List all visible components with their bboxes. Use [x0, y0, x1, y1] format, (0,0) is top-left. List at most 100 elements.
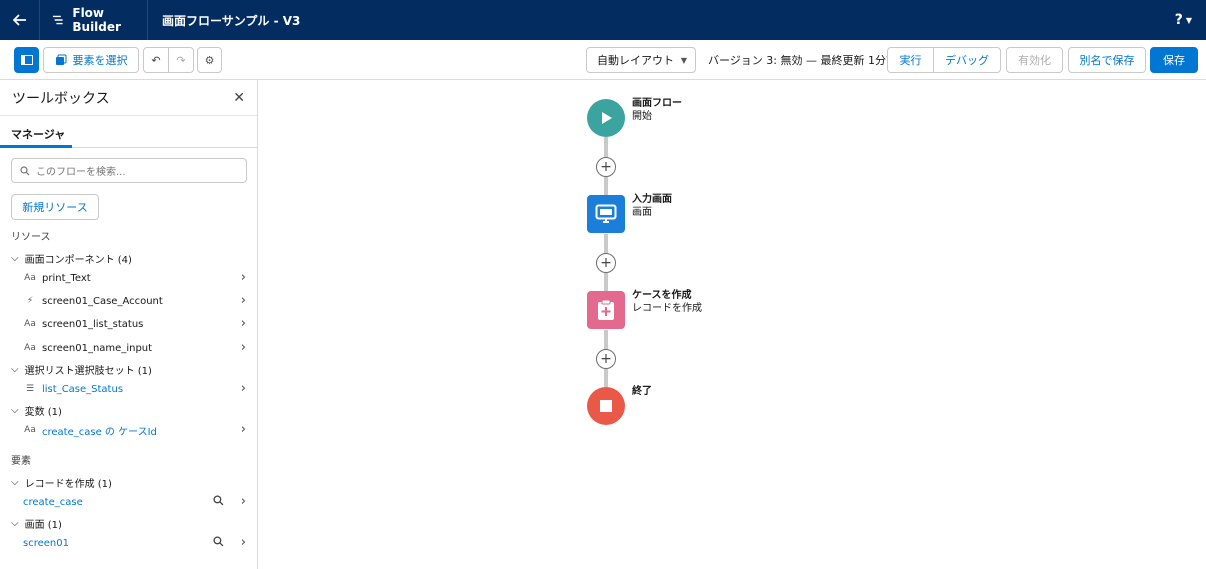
back-button[interactable] — [0, 0, 40, 40]
debug-button[interactable]: デバッグ — [933, 47, 1001, 73]
node-title: 画面フロー — [632, 98, 682, 109]
resource-label: print_Text — [42, 272, 91, 284]
undo-icon: ↶ — [151, 53, 161, 67]
search-icon[interactable] — [213, 495, 224, 506]
resource-label: list_Case_Status — [42, 383, 124, 395]
chevron-down-icon: ⌵ — [11, 364, 19, 375]
app-name: Flow Builder — [72, 6, 121, 34]
add-element-button[interactable]: + — [596, 157, 616, 177]
group-create-records[interactable]: ⌵ レコードを作成 (1) — [11, 475, 112, 490]
connector-line — [604, 137, 608, 157]
back-arrow-icon — [12, 14, 26, 26]
layout-select[interactable]: 自動レイアウト ▼ — [586, 47, 696, 73]
group-label: 画面 (1) — [24, 520, 62, 531]
group-variables[interactable]: ⌵ 変数 (1) — [11, 403, 62, 418]
plus-icon: + — [600, 255, 612, 271]
chevron-right-icon: › — [240, 494, 246, 509]
group-label: 変数 (1) — [24, 407, 62, 418]
plus-icon: + — [600, 351, 612, 367]
group-screens[interactable]: ⌵ 画面 (1) — [11, 516, 62, 531]
chevron-down-icon: ⌵ — [11, 518, 19, 529]
list-icon: ☰ — [25, 384, 35, 394]
connector-line — [604, 330, 608, 350]
chevron-right-icon: › — [240, 270, 246, 285]
resource-item[interactable]: Aa screen01_list_status › — [22, 314, 250, 334]
element-label: screen01 — [23, 537, 69, 549]
group-label: 画面コンポーネント (4) — [24, 255, 132, 266]
panel-icon — [20, 55, 33, 65]
toolbox-panel: ツールボックス ✕ マネージャ このフローを検索... 新規リソース リソース … — [0, 80, 258, 569]
node-title: ケースを作成 — [632, 290, 692, 301]
search-input[interactable]: このフローを検索... — [11, 158, 247, 183]
resource-label: screen01_Case_Account — [42, 295, 163, 307]
help-icon: ? — [1174, 12, 1183, 28]
search-icon[interactable] — [213, 536, 224, 547]
elements-section-label: 要素 — [11, 456, 31, 467]
screen-node-label: 入力画面 画面 — [632, 193, 672, 219]
save-as-button[interactable]: 別名で保存 — [1068, 47, 1146, 73]
create-record-node[interactable] — [587, 291, 625, 329]
resource-item[interactable]: Aa create_case の ケースId › — [22, 420, 250, 440]
text-type-icon: Aa — [24, 343, 36, 353]
play-icon — [602, 112, 612, 124]
tab-manager[interactable]: マネージャ — [11, 126, 65, 142]
flow-name: 画面フローサンプル - V3 — [162, 13, 301, 28]
flow-logo-icon — [52, 15, 63, 25]
add-element-button[interactable]: + — [596, 253, 616, 273]
activate-button[interactable]: 有効化 — [1006, 47, 1063, 73]
chevron-right-icon: › — [240, 422, 246, 437]
select-elements-button[interactable]: 要素を選択 — [43, 47, 139, 73]
redo-button[interactable]: ↷ — [168, 47, 194, 73]
resource-item[interactable]: ☰ list_Case_Status › — [22, 379, 250, 399]
select-elements-label: 要素を選択 — [72, 54, 128, 67]
group-picklist-choice-sets[interactable]: ⌵ 選択リスト選択肢セット (1) — [11, 362, 152, 377]
node-title: 終了 — [632, 386, 652, 397]
stop-icon — [600, 400, 612, 412]
end-node[interactable] — [587, 387, 625, 425]
end-node-label: 終了 — [632, 385, 652, 398]
undo-button[interactable]: ↶ — [143, 47, 169, 73]
search-icon — [20, 165, 30, 175]
save-button[interactable]: 保存 — [1150, 47, 1198, 73]
resource-item[interactable]: ⚡ screen01_Case_Account › — [22, 291, 250, 311]
resource-item[interactable]: Aa screen01_name_input › — [22, 338, 250, 358]
group-screen-components[interactable]: ⌵ 画面コンポーネント (4) — [11, 251, 132, 266]
element-item[interactable]: screen01 › — [11, 533, 250, 553]
chevron-right-icon: › — [240, 293, 246, 308]
group-label: 選択リスト選択肢セット (1) — [24, 366, 152, 377]
connector-line — [604, 369, 608, 387]
chevron-down-icon: ⌵ — [11, 477, 19, 488]
lightning-icon: ⚡ — [26, 296, 34, 306]
app-brand: Flow Builder — [40, 0, 148, 40]
flow-canvas[interactable]: + + + 画面フロー 開始 入力画面 画面 ケースを作成 レコードを作成 終了 — [258, 80, 1206, 569]
close-icon[interactable]: ✕ — [233, 90, 245, 106]
search-placeholder: このフローを検索... — [36, 167, 126, 178]
resources-section-label: リソース — [11, 232, 51, 243]
plus-icon: + — [600, 159, 612, 175]
connector-line — [604, 234, 608, 254]
create-record-icon — [598, 299, 614, 320]
node-subtitle: レコードを作成 — [632, 303, 702, 314]
resource-label: create_case の ケースId — [42, 426, 157, 438]
start-node[interactable] — [587, 99, 625, 137]
element-label: create_case — [23, 496, 83, 508]
toolbox-header: ツールボックス ✕ — [0, 80, 257, 116]
active-tab-indicator — [0, 145, 72, 148]
new-resource-button[interactable]: 新規リソース — [11, 194, 99, 220]
screen-node[interactable] — [587, 195, 625, 233]
chevron-down-icon: ▼ — [1185, 15, 1192, 25]
add-element-button[interactable]: + — [596, 349, 616, 369]
element-item[interactable]: create_case › — [11, 492, 250, 512]
toggle-toolbox-button[interactable] — [14, 47, 39, 73]
settings-button[interactable]: ⚙ — [197, 47, 222, 73]
start-node-label: 画面フロー 開始 — [632, 97, 682, 123]
resource-label: screen01_list_status — [42, 318, 144, 330]
create-record-node-label: ケースを作成 レコードを作成 — [632, 289, 702, 315]
chevron-down-icon: ▼ — [680, 55, 687, 65]
redo-icon: ↷ — [176, 53, 186, 67]
help-menu[interactable]: ? ▼ — [1175, 0, 1192, 40]
resource-item[interactable]: Aa print_Text › — [22, 268, 250, 288]
run-button[interactable]: 実行 — [887, 47, 934, 73]
gear-icon: ⚙ — [204, 53, 215, 67]
screen-icon — [595, 204, 617, 223]
